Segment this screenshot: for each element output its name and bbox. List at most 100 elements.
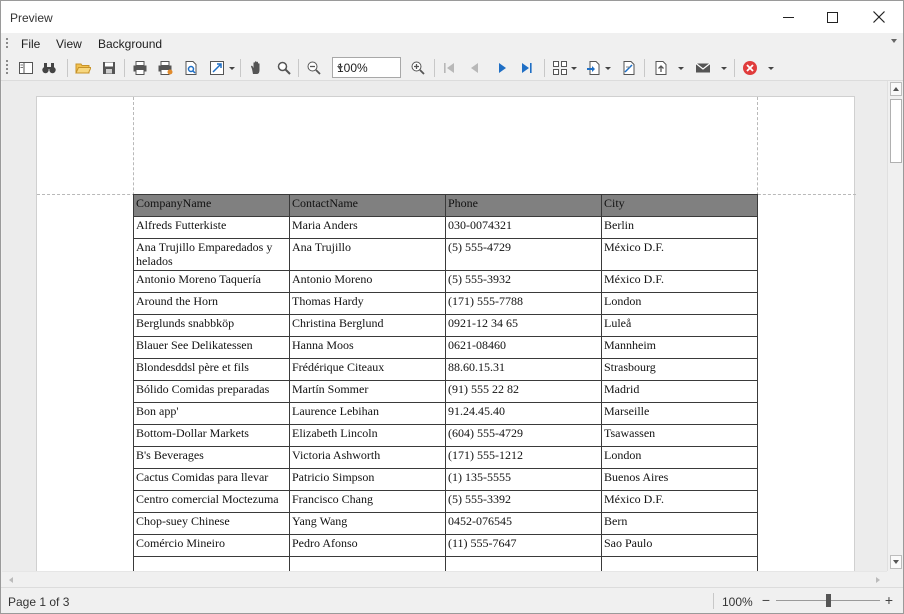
- cell-contact: Francisco Chang: [289, 490, 446, 513]
- cell-city: México D.F.: [601, 490, 758, 513]
- cell-company: Comércio Mineiro: [133, 534, 290, 557]
- cell-city: Sao Paulo: [601, 534, 758, 557]
- scroll-left-icon[interactable]: [4, 574, 18, 586]
- minimize-button[interactable]: [765, 1, 811, 33]
- cell-company: Blondesddsl père et fils: [133, 358, 290, 381]
- save-icon[interactable]: [99, 58, 119, 78]
- document-viewport[interactable]: CompanyName ContactName Phone City Alfre…: [2, 81, 887, 571]
- cell-company: [133, 556, 290, 571]
- toolbar-separator: [298, 59, 299, 77]
- table-row: Berglunds snabbköp Christina Berglund 0921…: [133, 314, 758, 337]
- close-preview-icon[interactable]: [740, 58, 760, 78]
- cell-company: Blauer See Delikatessen: [133, 336, 290, 359]
- cell-city: Strasbourg: [601, 358, 758, 381]
- toolbar-separator: [67, 59, 68, 77]
- toolbar-separator: [644, 59, 645, 77]
- zoom-in-icon[interactable]: [408, 58, 428, 78]
- cell-contact: [289, 556, 446, 571]
- customer-table: CompanyName ContactName Phone City Alfre…: [133, 194, 758, 571]
- scale-dropdown-icon[interactable]: [229, 67, 235, 70]
- cell-company: Antonio Moreno Taquería: [133, 270, 290, 293]
- scroll-up-icon[interactable]: [890, 82, 902, 96]
- cell-company: Berglunds snabbköp: [133, 314, 290, 337]
- maximize-button[interactable]: [809, 1, 855, 33]
- multiple-pages-dropdown-icon[interactable]: [571, 67, 577, 70]
- cell-company: Chop-suey Chinese: [133, 512, 290, 535]
- cell-contact: Patricio Simpson: [289, 468, 446, 491]
- cell-company: Bottom-Dollar Markets: [133, 424, 290, 447]
- previous-page-icon[interactable]: [465, 58, 485, 78]
- table-row: Antonio Moreno Taquería Antonio Moreno (5)…: [133, 270, 758, 293]
- cell-phone: (1) 135-5555: [445, 468, 602, 491]
- zoom-out-icon[interactable]: [304, 58, 324, 78]
- zoom-combobox-arrow-icon[interactable]: [337, 66, 343, 70]
- menu-bar: File View Background: [1, 33, 903, 55]
- page-info: Page 1 of 3: [8, 595, 70, 609]
- magnifier-tool-icon[interactable]: [274, 58, 294, 78]
- table-row: Ana Trujillo Emparedados y helados Ana Tr…: [133, 238, 758, 271]
- table-row: Blondesddsl père et fils Frédérique Citea…: [133, 358, 758, 381]
- export-to-icon[interactable]: [651, 58, 671, 78]
- zoom-slider-thumb[interactable]: [825, 594, 831, 607]
- status-zoom-value: 100%: [722, 595, 753, 609]
- document-map-icon[interactable]: [16, 58, 36, 78]
- cell-company: Bon app': [133, 402, 290, 425]
- horizontal-scrollbar[interactable]: [2, 571, 887, 587]
- cell-contact: Maria Anders: [289, 216, 446, 239]
- scale-icon[interactable]: [207, 58, 227, 78]
- table-row: B's Beverages Victoria Ashworth (171) 555-…: [133, 446, 758, 469]
- cell-phone: (5) 555-3932: [445, 270, 602, 293]
- next-page-icon[interactable]: [492, 58, 512, 78]
- cell-city: London: [601, 446, 758, 469]
- print-icon[interactable]: [130, 58, 150, 78]
- scroll-down-icon[interactable]: [890, 555, 902, 569]
- menu-grip-icon[interactable]: [6, 38, 9, 48]
- send-email-dropdown-icon[interactable]: [721, 67, 727, 70]
- multiple-pages-icon[interactable]: [550, 58, 570, 78]
- scroll-right-icon[interactable]: [871, 574, 885, 586]
- cell-city: Marseille: [601, 402, 758, 425]
- column-header-phone: Phone: [445, 194, 602, 217]
- toolbar: [1, 55, 903, 81]
- table-row: Comércio Mineiro Pedro Afonso (11) 555-764…: [133, 534, 758, 557]
- cell-phone: (11) 555-7647: [445, 534, 602, 557]
- menu-view[interactable]: View: [56, 37, 82, 51]
- cell-company: Around the Horn: [133, 292, 290, 315]
- toolbar-grip-icon[interactable]: [6, 60, 9, 74]
- quick-print-icon[interactable]: [155, 58, 175, 78]
- page-setup-icon[interactable]: [181, 58, 201, 78]
- export-document-icon[interactable]: [584, 58, 604, 78]
- zoom-combobox[interactable]: 100%: [332, 57, 401, 78]
- cell-phone: 0452-076545: [445, 512, 602, 535]
- status-separator: [713, 593, 714, 609]
- close-preview-dropdown-icon[interactable]: [768, 67, 774, 70]
- vertical-scroll-thumb[interactable]: [890, 99, 902, 163]
- cell-contact: Elizabeth Lincoln: [289, 424, 446, 447]
- last-page-icon[interactable]: [517, 58, 537, 78]
- export-dropdown-icon[interactable]: [605, 67, 611, 70]
- table-row: [133, 556, 758, 571]
- cell-company: Bólido Comidas preparadas: [133, 380, 290, 403]
- find-binoculars-icon[interactable]: [39, 58, 59, 78]
- table-row: Cactus Comidas para llevar Patricio Simps…: [133, 468, 758, 491]
- toolbar-separator: [544, 59, 545, 77]
- first-page-icon[interactable]: [439, 58, 459, 78]
- vertical-scrollbar[interactable]: [887, 81, 903, 571]
- export-to-dropdown-icon[interactable]: [678, 67, 684, 70]
- cell-contact: Yang Wang: [289, 512, 446, 535]
- hand-tool-icon[interactable]: [247, 58, 267, 78]
- cell-city: Luleå: [601, 314, 758, 337]
- watermark-icon[interactable]: [619, 58, 639, 78]
- cell-city: México D.F.: [601, 238, 758, 271]
- open-folder-icon[interactable]: [73, 58, 93, 78]
- send-email-icon[interactable]: [693, 58, 713, 78]
- zoom-slider-minus-button[interactable]: −: [760, 593, 772, 607]
- table-row: Around the Horn Thomas Hardy (171) 555-778…: [133, 292, 758, 315]
- zoom-slider-plus-button[interactable]: +: [883, 593, 895, 607]
- cell-phone: 91.24.45.40: [445, 402, 602, 425]
- menu-file[interactable]: File: [21, 37, 40, 51]
- menu-overflow-icon[interactable]: [891, 39, 897, 43]
- close-window-button[interactable]: [856, 1, 902, 33]
- menu-background[interactable]: Background: [98, 37, 162, 51]
- table-row: Bottom-Dollar Markets Elizabeth Lincoln (6…: [133, 424, 758, 447]
